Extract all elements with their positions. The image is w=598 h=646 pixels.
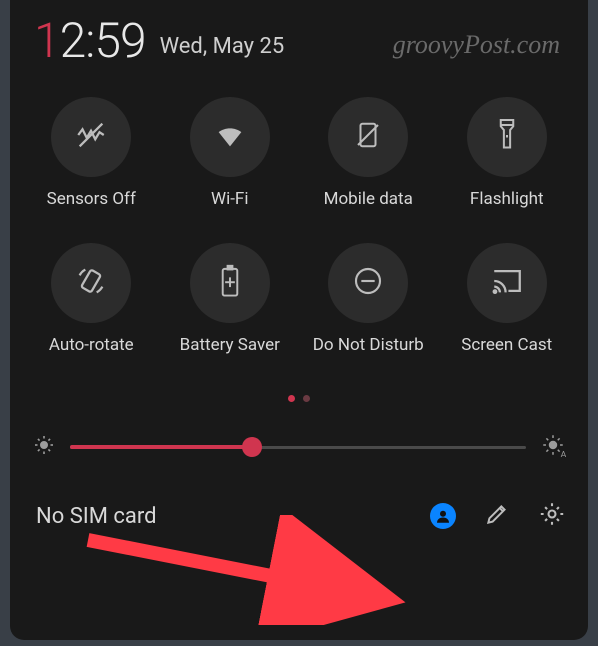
auto-rotate-icon <box>74 264 108 302</box>
pencil-icon <box>484 501 510 531</box>
tile-auto-rotate[interactable]: Auto-rotate <box>22 243 161 355</box>
tile-mobile-data[interactable]: Mobile data <box>299 97 438 209</box>
date-label: Wed, May 25 <box>160 34 285 59</box>
tile-battery-saver[interactable]: Battery Saver <box>161 243 300 355</box>
tile-button[interactable] <box>51 243 131 323</box>
sim-status: No SIM card <box>36 504 402 529</box>
user-icon <box>430 503 456 529</box>
tile-label: Flashlight <box>470 189 544 209</box>
tile-label: Do Not Disturb <box>313 335 424 355</box>
tile-button[interactable] <box>328 97 408 177</box>
tiles-grid: Sensors Off Wi-Fi Mobile data <box>10 73 588 355</box>
flashlight-icon <box>492 117 522 157</box>
slider-thumb[interactable] <box>242 437 262 457</box>
tile-sensors-off[interactable]: Sensors Off <box>22 97 161 209</box>
tile-do-not-disturb[interactable]: Do Not Disturb <box>299 243 438 355</box>
tile-button[interactable] <box>190 97 270 177</box>
tile-button[interactable] <box>467 243 547 323</box>
user-button[interactable] <box>430 503 456 529</box>
screen-cast-icon <box>490 266 524 300</box>
mobile-data-off-icon <box>353 120 383 154</box>
tile-screen-cast[interactable]: Screen Cast <box>438 243 577 355</box>
svg-text:A: A <box>561 450 566 458</box>
wifi-icon <box>213 118 247 156</box>
clock: 12:59 <box>34 12 146 69</box>
bottom-row: No SIM card <box>10 500 588 532</box>
quick-settings-panel: 12:59 Wed, May 25 groovyPost.com Sensors… <box>10 0 588 640</box>
tile-label: Wi-Fi <box>211 189 248 209</box>
sensors-off-icon <box>74 118 108 156</box>
do-not-disturb-icon <box>352 265 384 301</box>
clock-rest: 2:59 <box>60 12 146 69</box>
tile-button[interactable] <box>51 97 131 177</box>
brightness-slider[interactable] <box>70 437 526 457</box>
settings-button[interactable] <box>538 500 566 532</box>
tile-label: Sensors Off <box>47 189 136 209</box>
tile-button[interactable] <box>190 243 270 323</box>
clock-hour-accent: 1 <box>34 12 60 69</box>
battery-saver-icon <box>217 264 243 302</box>
page-dot-active <box>288 395 295 402</box>
tile-label: Screen Cast <box>461 335 552 355</box>
gear-icon <box>538 500 566 532</box>
tile-label: Mobile data <box>324 189 413 209</box>
tile-label: Battery Saver <box>180 335 280 355</box>
tile-button[interactable] <box>467 97 547 177</box>
edit-button[interactable] <box>484 501 510 531</box>
page-indicator[interactable] <box>10 395 588 402</box>
slider-track-fill <box>70 445 252 449</box>
brightness-auto-icon[interactable]: A <box>540 432 566 462</box>
watermark-text: groovyPost.com <box>393 30 560 60</box>
tile-button[interactable] <box>328 243 408 323</box>
page-dot <box>303 395 310 402</box>
tile-wifi[interactable]: Wi-Fi <box>161 97 300 209</box>
tile-flashlight[interactable]: Flashlight <box>438 97 577 209</box>
brightness-low-icon <box>32 433 56 461</box>
tile-label: Auto-rotate <box>49 335 134 355</box>
brightness-row: A <box>10 432 588 462</box>
